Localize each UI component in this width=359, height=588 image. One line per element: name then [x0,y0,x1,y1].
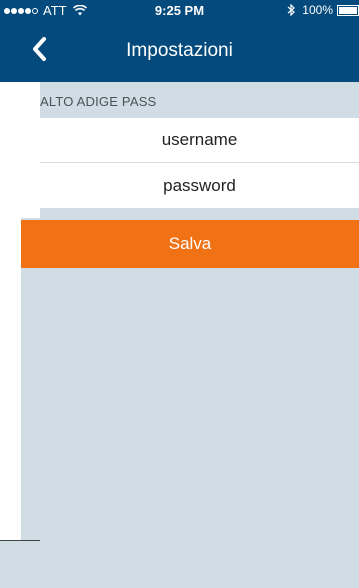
battery-percent: 100% [302,3,333,17]
save-button[interactable]: Salva [21,220,359,268]
battery-icon [337,4,359,16]
status-bar: ATT 9:25 PM 100% [0,0,359,20]
left-margin-panel-inner [21,82,40,218]
left-margin-panel [0,82,21,540]
login-form [40,118,359,208]
status-right: 100% [286,3,359,17]
password-field[interactable] [40,164,359,208]
page-title: Impostazioni [126,40,233,61]
navigation-bar: Impostazioni [0,20,359,82]
top-bar: ATT 9:25 PM 100% Impostazioni [0,0,359,82]
field-divider [40,162,359,163]
bluetooth-icon [287,4,296,16]
username-field[interactable] [40,118,359,162]
divider [0,540,40,541]
section-header: ALTO ADIGE PASS [40,94,157,109]
